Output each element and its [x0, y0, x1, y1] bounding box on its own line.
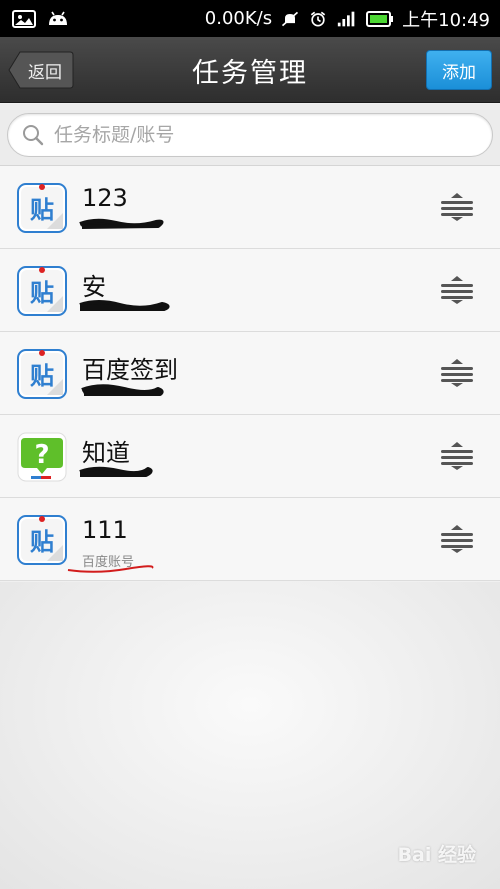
- alarm-icon: [310, 11, 326, 27]
- image-icon: [12, 9, 36, 28]
- empty-area: Bai 经验: [0, 582, 500, 889]
- svg-text:?: ?: [34, 440, 49, 470]
- drag-handle-icon[interactable]: [440, 524, 474, 554]
- search-input[interactable]: [54, 124, 474, 146]
- mute-icon: [282, 11, 299, 26]
- search-icon: [23, 125, 44, 146]
- add-button[interactable]: 添加: [426, 50, 492, 90]
- redacted-account-scribble: [79, 466, 153, 477]
- net-speed: 0.00K/s: [204, 8, 273, 29]
- redacted-account-scribble: [79, 218, 164, 229]
- tieba-icon: 贴: [17, 183, 67, 233]
- tieba-icon: 贴: [17, 266, 67, 316]
- search-box[interactable]: [7, 113, 493, 157]
- battery-icon: [366, 10, 394, 27]
- search-bar: [0, 104, 500, 166]
- zhidao-icon: ?: [17, 432, 67, 482]
- task-row[interactable]: 贴 123: [0, 166, 500, 249]
- svg-text:贴: 贴: [30, 196, 54, 224]
- clock: 上午10:49: [402, 9, 490, 31]
- svg-text:贴: 贴: [30, 279, 54, 307]
- drag-handle-icon[interactable]: [440, 358, 474, 388]
- redacted-account-scribble: [81, 384, 164, 396]
- page-title: 任务管理: [192, 57, 308, 89]
- task-row[interactable]: ? 知道: [0, 415, 500, 498]
- red-underline-annotation: [67, 565, 154, 573]
- drag-handle-icon[interactable]: [440, 275, 474, 305]
- title-bar: 返回 任务管理 添加: [0, 37, 500, 103]
- task-title: 123: [82, 184, 128, 212]
- tieba-icon: 贴: [17, 515, 67, 565]
- watermark-text: Bai 经验: [397, 844, 476, 866]
- signal-icon: [337, 11, 355, 26]
- status-bar: 0.00K/s 上午10:49: [0, 0, 500, 37]
- tieba-icon: 贴: [17, 349, 67, 399]
- drag-handle-icon[interactable]: [440, 192, 474, 222]
- redacted-account-scribble: [79, 300, 170, 311]
- task-title: 111: [82, 516, 128, 544]
- task-list: 贴 123 贴 安 贴 百度签到 ? 知道 贴 111 百度账号: [0, 166, 500, 581]
- task-row[interactable]: 贴 111 百度账号: [0, 498, 500, 581]
- drag-handle-icon[interactable]: [440, 441, 474, 471]
- svg-text:贴: 贴: [30, 362, 54, 390]
- baidu-jingyan-watermark: Bai 经验: [398, 840, 476, 867]
- android-icon: [49, 11, 67, 25]
- svg-text:贴: 贴: [30, 528, 54, 556]
- task-row[interactable]: 贴 百度签到: [0, 332, 500, 415]
- task-row[interactable]: 贴 安: [0, 249, 500, 332]
